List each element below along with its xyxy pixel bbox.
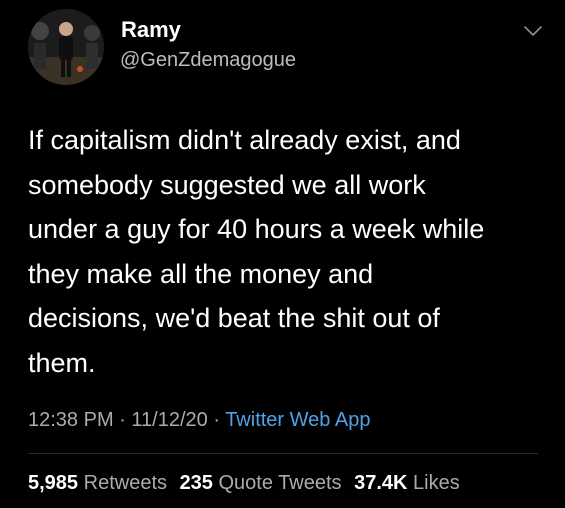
quote-tweets-label: Quote Tweets xyxy=(218,472,342,494)
likes-count: 37.4K xyxy=(354,472,408,494)
retweets-count: 5,985 xyxy=(28,472,79,494)
tweet-meta: 12:38 PM · 11/12/20 · Twitter Web App xyxy=(28,408,370,432)
retweets-label: Retweets xyxy=(83,472,167,494)
tweet-stats: 5,985 Retweets 235 Quote Tweets 37.4K Li… xyxy=(28,471,467,495)
tweet-time[interactable]: 12:38 PM xyxy=(28,409,114,431)
quote-tweets-stat[interactable]: 235 Quote Tweets xyxy=(180,472,342,494)
source-app-link[interactable]: Twitter Web App xyxy=(225,409,370,431)
divider xyxy=(28,453,538,454)
tweet-text: If capitalism didn't already exist, and … xyxy=(28,125,485,378)
tweet-date[interactable]: 11/12/20 xyxy=(131,409,207,431)
avatar[interactable] xyxy=(28,9,104,85)
quote-tweets-count: 235 xyxy=(179,472,213,494)
meta-separator: · xyxy=(207,409,226,431)
likes-label: Likes xyxy=(413,472,460,494)
tweet-card: Ramy @GenZdemagogue If capitalism didn't… xyxy=(0,0,565,508)
user-handle[interactable]: @GenZdemagogue xyxy=(120,48,296,72)
chevron-down-icon[interactable] xyxy=(524,24,542,36)
likes-stat[interactable]: 37.4K Likes xyxy=(354,472,460,494)
retweets-stat[interactable]: 5,985 Retweets xyxy=(28,472,167,494)
display-name[interactable]: Ramy xyxy=(121,17,181,43)
profile-photo-icon xyxy=(28,9,104,85)
meta-separator: · xyxy=(113,409,132,431)
